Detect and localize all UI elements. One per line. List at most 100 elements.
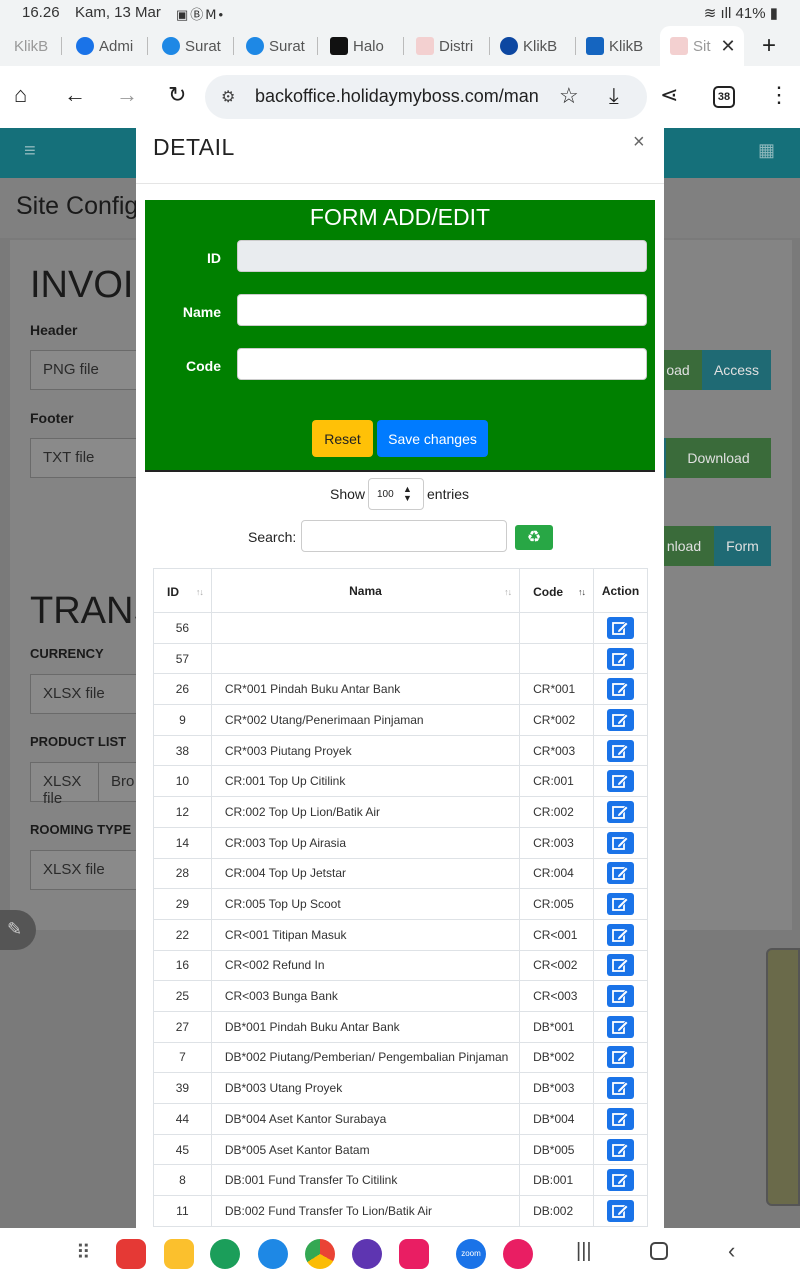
id-field[interactable] xyxy=(237,240,647,272)
entries-select[interactable]: 100 ▲ ▼ xyxy=(368,478,424,510)
notes-app-icon[interactable] xyxy=(116,1239,146,1269)
refresh-button[interactable]: ♻ xyxy=(515,525,553,550)
tab-label: Sit xyxy=(693,37,711,55)
reload-icon[interactable]: ↻ xyxy=(168,82,186,108)
edit-button[interactable] xyxy=(607,1077,635,1100)
tab-7[interactable]: KlikB xyxy=(578,26,660,66)
cell-nama: DB:001 Fund Transfer To Citilink xyxy=(210,1164,521,1197)
column-header-nama[interactable]: Nama ↑↓ xyxy=(210,568,521,613)
code-field[interactable] xyxy=(237,348,647,380)
contacts-app-icon[interactable] xyxy=(210,1239,240,1269)
share-icon[interactable]: ⋖ xyxy=(660,82,678,108)
table-row: 39 DB*003 Utang Proyek DB*003 xyxy=(153,1072,648,1104)
currency-file-input[interactable]: XLSX file xyxy=(30,674,140,714)
edit-button[interactable] xyxy=(607,616,635,639)
edit-button[interactable] xyxy=(607,862,635,885)
url-text[interactable]: backoffice.holidaymyboss.com/mana xyxy=(255,86,539,108)
edit-button[interactable] xyxy=(607,1138,635,1161)
close-tab-icon[interactable]: ✕ xyxy=(721,36,736,57)
cell-action xyxy=(593,1010,648,1043)
edit-button[interactable] xyxy=(607,708,635,731)
edit-button[interactable] xyxy=(607,1199,635,1222)
form-button[interactable]: Form xyxy=(714,526,771,566)
menu-dots-icon[interactable]: ⋮ xyxy=(768,82,790,108)
hamburger-icon[interactable]: ≡ xyxy=(24,140,36,163)
home-button-icon[interactable] xyxy=(650,1242,668,1260)
files-app-icon[interactable] xyxy=(164,1239,194,1269)
back-nav-icon[interactable]: ‹ xyxy=(728,1238,735,1264)
column-header-code[interactable]: Code ↑↓ xyxy=(519,568,595,613)
new-tab-icon[interactable]: + xyxy=(762,32,776,60)
search-input[interactable] xyxy=(301,520,507,552)
messages-app-icon[interactable] xyxy=(258,1239,288,1269)
rooming-file-input[interactable]: XLSX file xyxy=(30,850,140,890)
table-row: 7 DB*002 Piutang/Pemberian/ Pengembalian … xyxy=(153,1041,648,1074)
address-bar[interactable]: ⚙ backoffice.holidaymyboss.com/mana ☆ ⤓ xyxy=(205,75,647,119)
floating-window-thumbnail[interactable] xyxy=(766,948,800,1206)
home-icon[interactable]: ⌂ xyxy=(14,82,27,108)
cell-action xyxy=(593,918,648,951)
download-button[interactable]: Download xyxy=(666,438,771,478)
cell-code: CR:004 xyxy=(519,857,595,890)
tab-active[interactable]: Sit ✕ xyxy=(660,26,744,66)
floating-edit-button[interactable]: ✎ xyxy=(0,910,36,950)
recents-icon[interactable]: ||| xyxy=(576,1240,592,1263)
chrome-app-icon[interactable] xyxy=(305,1239,335,1269)
edit-button[interactable] xyxy=(607,954,635,977)
grid-icon[interactable]: ▦ xyxy=(758,140,775,161)
column-header-id[interactable]: ID ↑↓ xyxy=(153,568,212,613)
footer-file-input[interactable]: TXT file xyxy=(30,438,140,478)
edit-button[interactable] xyxy=(607,1169,635,1192)
tab-1[interactable]: Admi xyxy=(66,26,148,66)
site-settings-icon[interactable]: ⚙ xyxy=(221,87,235,107)
cell-action xyxy=(593,949,648,982)
internet-app-icon[interactable] xyxy=(352,1239,382,1269)
cell-id: 28 xyxy=(153,857,212,890)
bookmark-star-icon[interactable]: ☆ xyxy=(559,83,579,109)
tab-0[interactable]: KlikB xyxy=(0,26,62,66)
camera-app-icon[interactable] xyxy=(399,1239,429,1269)
tab-3[interactable]: Surat xyxy=(236,26,318,66)
name-field[interactable] xyxy=(237,294,647,326)
tab-2[interactable]: Surat xyxy=(152,26,234,66)
cell-id: 29 xyxy=(153,888,212,920)
edit-button[interactable] xyxy=(607,678,635,701)
cell-nama: CR:004 Top Up Jetstar xyxy=(210,857,521,890)
edit-button[interactable] xyxy=(607,985,635,1008)
tab-4[interactable]: Halo xyxy=(320,26,404,66)
flower-app-icon[interactable] xyxy=(503,1239,533,1269)
edit-button[interactable] xyxy=(607,1107,635,1130)
access-button[interactable]: Access xyxy=(702,350,771,390)
close-icon[interactable]: × xyxy=(633,131,645,154)
tab-6[interactable]: KlikB xyxy=(492,26,576,66)
edit-button[interactable] xyxy=(607,923,635,946)
edit-button[interactable] xyxy=(607,831,635,854)
app-drawer-icon[interactable]: ⠿ xyxy=(76,1240,91,1265)
cell-id: 56 xyxy=(153,612,212,644)
download-icon[interactable]: ⤓ xyxy=(609,83,619,109)
cell-code xyxy=(519,642,595,675)
edit-button[interactable] xyxy=(607,800,635,823)
select-arrows-icon: ▲ ▼ xyxy=(403,484,412,503)
forward-icon[interactable]: → xyxy=(116,82,138,108)
header-file-input[interactable]: PNG file xyxy=(30,350,140,390)
back-icon[interactable]: ← xyxy=(64,82,86,108)
edit-button[interactable] xyxy=(607,647,635,670)
edit-button[interactable] xyxy=(607,1015,635,1038)
edit-button[interactable] xyxy=(607,770,635,793)
reset-button[interactable]: Reset xyxy=(312,420,373,457)
sort-asc-icon: ↑↓ xyxy=(578,587,586,597)
tab-count-icon[interactable]: 38 xyxy=(713,86,735,108)
cell-nama: CR*003 Piutang Proyek xyxy=(210,734,521,767)
tab-5[interactable]: Distri xyxy=(406,26,490,66)
cell-action xyxy=(593,888,648,920)
product-file-input[interactable]: XLSX file xyxy=(30,762,100,807)
zoom-app-icon[interactable]: zoom xyxy=(456,1239,486,1269)
product-browse-button[interactable]: Bro xyxy=(98,762,140,802)
edit-button[interactable] xyxy=(607,893,635,916)
cell-code: DB*002 xyxy=(519,1041,595,1074)
edit-button[interactable] xyxy=(607,739,635,762)
save-button[interactable]: Save changes xyxy=(377,420,488,457)
table-row: 57 xyxy=(153,642,648,675)
edit-button[interactable] xyxy=(607,1046,635,1069)
